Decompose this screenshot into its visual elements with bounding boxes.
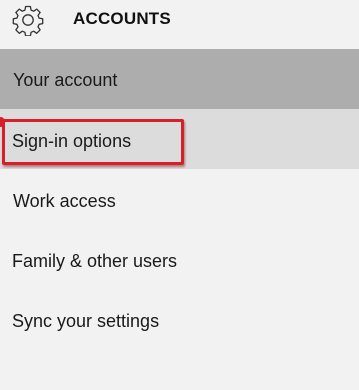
nav-item-label: Sign-in options	[12, 131, 132, 151]
nav-item-your-account[interactable]: Your account	[0, 49, 359, 109]
settings-header: ACCOUNTS	[0, 0, 359, 48]
nav-item-sign-in-options[interactable]: Sign-in options	[0, 109, 359, 169]
nav-item-label: Your account	[13, 70, 118, 90]
nav-item-sync-settings[interactable]: Sync your settings	[0, 290, 359, 350]
gear-icon	[12, 5, 44, 36]
page-title: ACCOUNTS	[73, 9, 171, 28]
nav-item-label: Work access	[13, 191, 116, 211]
nav-item-label: Sync your settings	[12, 311, 160, 331]
nav-item-label: Family & other users	[12, 251, 178, 271]
nav-item-family-other-users[interactable]: Family & other users	[0, 230, 359, 290]
accounts-settings-panel: ACCOUNTS Your account Sign-in options Wo…	[0, 0, 359, 390]
nav-item-work-access[interactable]: Work access	[0, 170, 359, 230]
